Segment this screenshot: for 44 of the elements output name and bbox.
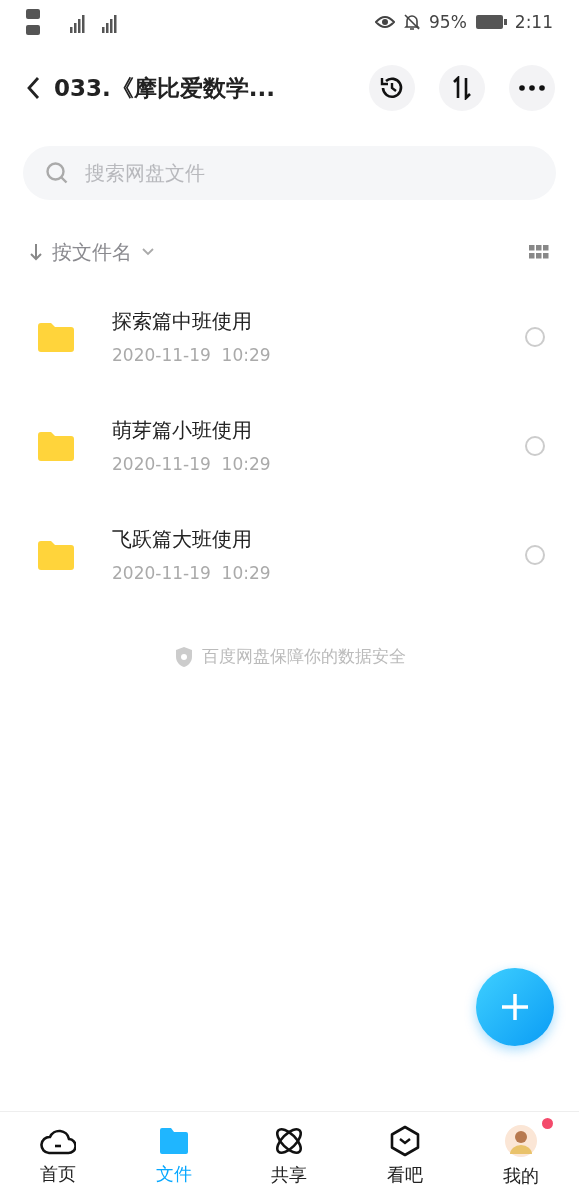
file-row[interactable]: 萌芽篇小班使用 2020-11-19 10:29	[0, 391, 579, 500]
hexagon-clock-icon	[389, 1125, 422, 1157]
plus-icon	[499, 991, 531, 1023]
file-row[interactable]: 探索篇中班使用 2020-11-19 10:29	[0, 282, 579, 391]
folder-icon	[38, 321, 74, 352]
select-radio[interactable]	[525, 326, 545, 347]
back-icon[interactable]	[26, 76, 40, 100]
select-radio[interactable]	[525, 435, 545, 456]
transfer-button[interactable]	[439, 65, 485, 111]
more-button[interactable]	[509, 65, 555, 111]
folder-icon	[157, 1126, 190, 1156]
battery-icon	[474, 14, 507, 30]
select-radio[interactable]	[525, 544, 545, 565]
add-button[interactable]	[476, 968, 554, 1046]
down-arrow-icon	[30, 243, 42, 261]
shield-icon	[173, 645, 194, 668]
folder-icon	[38, 539, 74, 570]
file-date: 2020-11-19 10:29	[112, 454, 272, 474]
nav-tab[interactable]: 首页	[0, 1112, 116, 1200]
folder-title: 033.《摩比爱数学...	[54, 73, 276, 103]
nav-tab[interactable]: 看吧	[347, 1112, 464, 1200]
file-date: 2020-11-19 10:29	[112, 563, 272, 583]
file-date: 2020-11-19 10:29	[112, 345, 272, 365]
caret-icon	[142, 248, 154, 256]
battery-percent: 95%	[429, 12, 467, 32]
history-button[interactable]	[369, 65, 415, 111]
history-icon	[379, 75, 405, 101]
more-icon	[519, 85, 545, 91]
file-name: 探索篇中班使用	[112, 308, 253, 335]
nav-tab[interactable]: 共享	[231, 1112, 348, 1200]
folder-icon	[38, 430, 74, 461]
file-name: 飞跃篇大班使用	[112, 526, 253, 553]
nav-tab[interactable]: 我的	[463, 1112, 579, 1200]
search-icon	[45, 161, 69, 185]
file-name: 萌芽篇小班使用	[112, 417, 253, 444]
signal-icon	[26, 7, 118, 37]
avatar-icon	[504, 1124, 539, 1158]
file-row[interactable]: 飞跃篇大班使用 2020-11-19 10:29	[0, 500, 579, 609]
grid-view-icon[interactable]	[529, 245, 549, 259]
search-field[interactable]: 搜索网盘文件	[23, 146, 556, 200]
security-notice: 百度网盘保障你的数据安全	[201, 645, 406, 668]
bell-off-icon	[403, 13, 421, 31]
eye-icon	[375, 15, 395, 29]
clock-time: 2:11	[514, 12, 553, 32]
